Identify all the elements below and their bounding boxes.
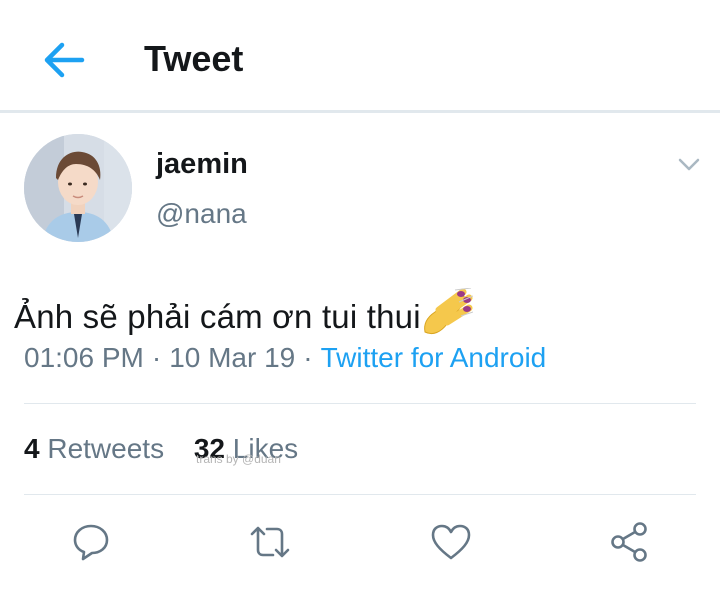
avatar[interactable] xyxy=(24,134,132,242)
tweet-metadata: 01:06 PM · 10 Mar 19 · Twitter for Android xyxy=(24,342,546,374)
separator: · xyxy=(303,342,313,373)
tweet-date: 10 Mar 19 xyxy=(169,342,296,373)
display-name[interactable]: jaemin xyxy=(156,148,248,181)
nail-polish-emoji xyxy=(419,287,473,338)
top-app-bar: Tweet xyxy=(0,0,720,113)
retweets-label: Retweets xyxy=(47,433,165,464)
more-options-button[interactable] xyxy=(676,152,702,178)
tweet-text-content: Ảnh sẽ phải cám ơn tui thui xyxy=(14,298,421,335)
retweets-stat[interactable]: 4 Retweets xyxy=(24,433,164,464)
divider xyxy=(24,403,696,404)
tweet-time: 01:06 PM xyxy=(24,342,144,373)
reply-icon xyxy=(73,524,109,561)
tweet-source-link[interactable]: Twitter for Android xyxy=(321,342,547,373)
chevron-down-icon xyxy=(678,158,700,171)
retweet-icon xyxy=(250,526,290,558)
user-handle[interactable]: @nana xyxy=(156,198,247,230)
retweet-button[interactable] xyxy=(248,520,292,564)
page-title: Tweet xyxy=(144,38,244,79)
retweets-count: 4 xyxy=(24,433,40,464)
arrow-left-icon xyxy=(44,42,85,78)
reply-button[interactable] xyxy=(69,520,113,564)
watermark: trans by @duan xyxy=(196,452,281,466)
separator: · xyxy=(151,342,162,373)
back-button[interactable] xyxy=(40,36,88,84)
like-button[interactable] xyxy=(429,520,473,564)
avatar-photo xyxy=(24,134,132,242)
share-icon xyxy=(611,522,647,562)
tweet-text: Ảnh sẽ phải cám ơn tui thui xyxy=(14,287,473,338)
share-button[interactable] xyxy=(608,520,652,564)
divider xyxy=(24,494,696,495)
like-icon xyxy=(431,524,471,560)
